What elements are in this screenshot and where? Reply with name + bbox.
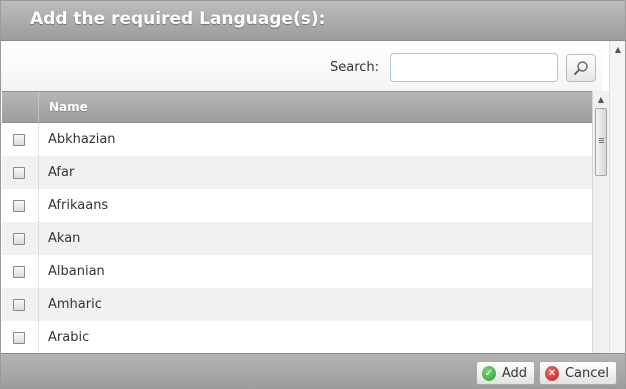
row-checkbox-cell: [2, 189, 39, 222]
row-checkbox[interactable]: [13, 266, 25, 278]
grid-rows: Abkhazian Afar Afrikaans Akan Albanian Amhari…: [2, 123, 592, 353]
dialog-scroll-up-arrow-icon[interactable]: ▲: [610, 41, 626, 57]
row-checkbox-cell: [2, 123, 39, 156]
grid-header: Name: [2, 91, 592, 123]
table-row[interactable]: Albanian: [2, 255, 592, 288]
language-name: Arabic: [48, 330, 90, 345]
row-checkbox-cell: [2, 255, 39, 288]
language-name: Abkhazian: [48, 132, 116, 147]
scroll-up-arrow-icon[interactable]: ▲: [593, 91, 609, 107]
magnifier-icon: [574, 61, 588, 75]
table-row[interactable]: Akan: [2, 222, 592, 255]
row-checkbox[interactable]: [13, 200, 25, 212]
row-checkbox-cell: [2, 321, 39, 353]
cancel-button[interactable]: ✕ Cancel: [539, 361, 617, 385]
search-bar: Search:: [1, 41, 602, 91]
row-checkbox-cell: [2, 288, 39, 321]
check-circle-icon: ✓: [482, 365, 496, 381]
dialog-scrollbar[interactable]: ▲: [609, 41, 625, 353]
search-button[interactable]: [566, 54, 596, 82]
close-circle-icon: ✕: [545, 365, 559, 381]
language-name: Afrikaans: [48, 198, 109, 213]
language-grid: Name Abkhazian Afar Afrikaans Akan Albanian A…: [2, 91, 592, 353]
add-button[interactable]: ✓ Add: [476, 361, 535, 385]
language-name: Akan: [48, 231, 81, 246]
add-language-dialog: Add the required Language(s): Search: Na…: [0, 0, 626, 389]
row-checkbox[interactable]: [13, 332, 25, 344]
scroll-thumb[interactable]: [595, 108, 607, 176]
row-checkbox-cell: [2, 156, 39, 189]
add-button-label: Add: [501, 365, 527, 381]
column-header-name[interactable]: Name: [49, 100, 88, 114]
search-label: Search:: [330, 60, 380, 75]
dialog-footer: ✓ Add ✕ Cancel: [1, 353, 625, 388]
row-checkbox[interactable]: [13, 167, 25, 179]
language-name: Albanian: [48, 264, 105, 279]
row-checkbox[interactable]: [13, 233, 25, 245]
row-checkbox-cell: [2, 222, 39, 255]
table-row[interactable]: Arabic: [2, 321, 592, 353]
dialog-title-bar: Add the required Language(s):: [1, 1, 625, 41]
dialog-title: Add the required Language(s):: [30, 9, 326, 29]
language-name: Amharic: [48, 297, 102, 312]
table-row[interactable]: Amharic: [2, 288, 592, 321]
row-checkbox[interactable]: [13, 299, 25, 311]
table-row[interactable]: Abkhazian: [2, 123, 592, 156]
table-row[interactable]: Afrikaans: [2, 189, 592, 222]
grid-scrollbar[interactable]: ▲: [592, 91, 609, 353]
search-input[interactable]: [390, 53, 558, 82]
table-row[interactable]: Afar: [2, 156, 592, 189]
header-checkbox-column: [2, 92, 39, 122]
language-name: Afar: [48, 165, 75, 180]
row-checkbox[interactable]: [13, 134, 25, 146]
scroll-grip-icon: [599, 138, 604, 139]
cancel-button-label: Cancel: [564, 365, 609, 381]
